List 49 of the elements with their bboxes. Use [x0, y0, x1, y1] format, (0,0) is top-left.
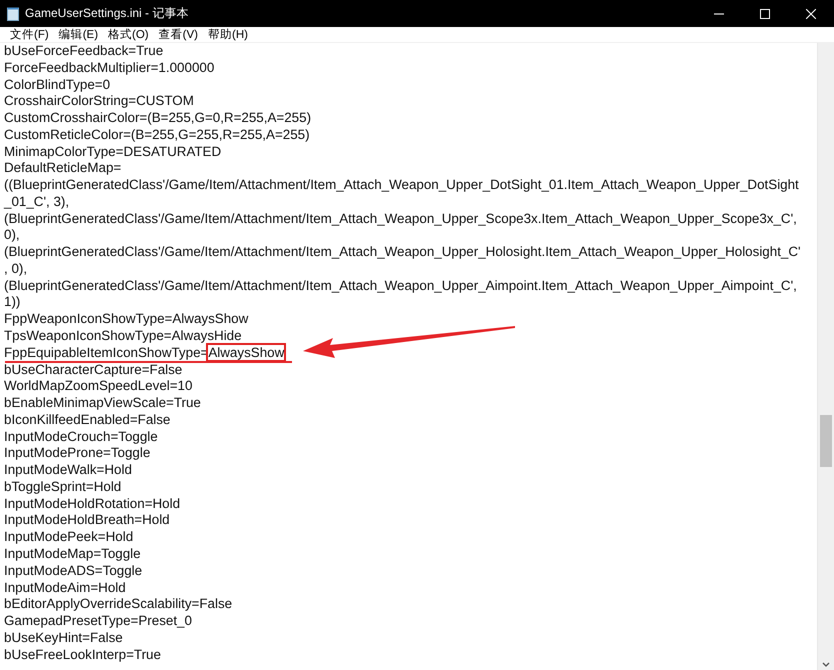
text-line: WorldMapZoomSpeedLevel=10	[4, 378, 192, 396]
text-line: ColorBlindType=0	[4, 76, 110, 94]
text-line: ((BlueprintGeneratedClass'/Game/Item/Attachment/Item_Attach_Weapon_Upper_DotSight_01.Item_Attach_Weapon_Upper_DotSight	[4, 177, 799, 194]
menu-item[interactable]: 格式(O)	[103, 27, 154, 42]
scrollbar-thumb[interactable]	[820, 415, 832, 467]
text-line: ForceFeedbackMultiplier=1.000000	[4, 60, 214, 77]
text-line: _01_C', 3),	[4, 194, 70, 211]
text-line: bUseCharacterCapture=False	[4, 362, 182, 378]
text-line: DefaultReticleMap=	[4, 160, 122, 178]
highlighted-value: AlwaysShow	[208, 344, 284, 360]
text-line: CustomCrosshairColor=(B=255,G=0,R=255,A=255)	[4, 110, 312, 127]
text-line: InputModeCrouch=Toggle	[4, 428, 158, 446]
text-line: bEditorApplyOverrideScalability=False	[4, 596, 232, 614]
menu-item[interactable]: 帮助(H)	[202, 27, 253, 42]
menu-item[interactable]: 文件(F)	[5, 27, 54, 42]
text-line: FppWeaponIconShowType=AlwaysShow	[4, 311, 248, 328]
text-line: InputModeMap=Toggle	[4, 546, 141, 563]
text-line: InputModePeek=Hold	[4, 529, 134, 546]
text-line: InputModeWalk=Hold	[4, 462, 132, 479]
text-line: 0),	[4, 227, 20, 244]
text-line: bUseForceFeedback=True	[4, 43, 164, 60]
text-line: 1))	[4, 294, 20, 312]
text-line: InputModeAim=Hold	[4, 580, 126, 596]
text-line: GamepadPresetType=Preset_0	[4, 613, 192, 630]
text-line: InputModeProne=Toggle	[4, 445, 150, 462]
text-line: InputModeADS=Toggle	[4, 562, 142, 580]
text-line: (BlueprintGeneratedClass'/Game/Item/Attachment/Item_Attach_Weapon_Upper_Aimpoint.Item_Attach_Weapon_Upper_Aimpoint_C',	[4, 278, 797, 294]
text-line: bUseKeyHint=False	[4, 630, 123, 647]
text-line: (BlueprintGeneratedClass'/Game/Item/Attachment/Item_Attach_Weapon_Upper_Holosight.Item_Attach_Weapon_Upper_Holosight_C'	[4, 244, 801, 261]
text-line: (BlueprintGeneratedClass'/Game/Item/Attachment/Item_Attach_Weapon_Upper_Scope3x.Item_Attach_Weapon_Upper_Scope3x_C',	[4, 210, 797, 228]
text-line: TpsWeaponIconShowType=AlwaysHide	[4, 328, 242, 345]
text-line: bEnableMinimapViewScale=True	[4, 395, 201, 412]
text-line: bIconKillfeedEnabled=False	[4, 412, 170, 429]
close-icon	[806, 8, 816, 18]
text-line: CrosshairColorString=CUSTOM	[4, 93, 194, 110]
text-line: InputModeHoldBreath=Hold	[4, 512, 170, 530]
text-line: CustomReticleColor=(B=255,G=255,R=255,A=255)	[4, 126, 310, 144]
menu-item[interactable]: 编辑(E)	[54, 27, 104, 42]
window-title: GameUserSettings.ini - 记事本	[25, 5, 190, 22]
text-line: MinimapColorType=DESATURATED	[4, 144, 222, 160]
text-line: FppEquipableItemIconShowType=	[4, 344, 208, 360]
text-line: InputModeHoldRotation=Hold	[4, 496, 180, 512]
scrollbar[interactable]	[817, 43, 834, 670]
menu-item[interactable]: 查看(V)	[154, 27, 203, 42]
maximize-icon	[760, 8, 770, 18]
notepad-icon	[7, 6, 19, 20]
text-line: bUseFreeLookInterp=True	[4, 646, 161, 664]
text-line: bToggleSprint=Hold	[4, 478, 122, 496]
text-line: , 0),	[4, 260, 28, 278]
